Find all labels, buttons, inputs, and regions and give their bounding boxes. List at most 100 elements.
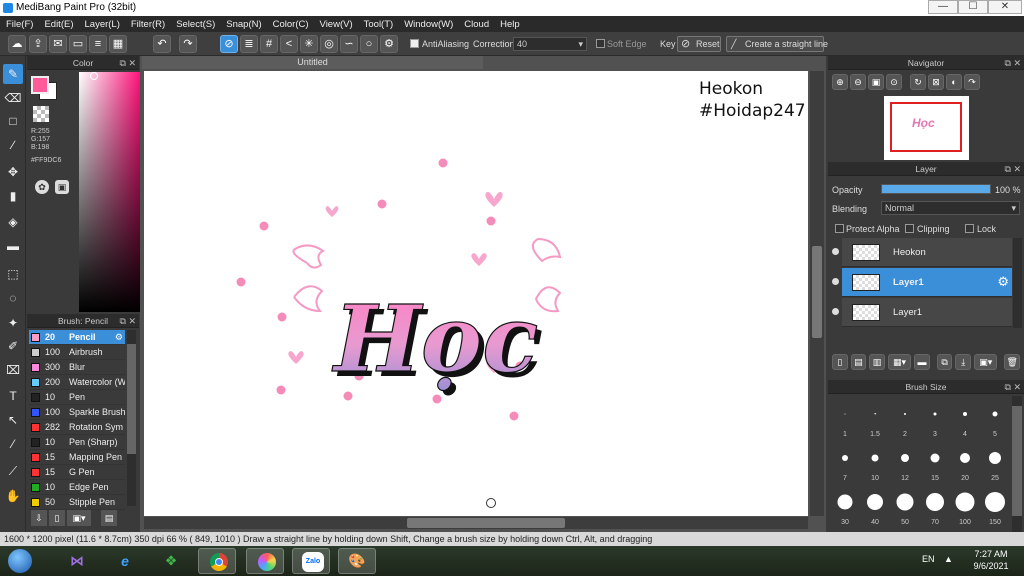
- brush-size-option[interactable]: 1.5: [860, 396, 890, 438]
- green-app-icon[interactable]: ❖: [152, 548, 190, 574]
- fit-screen-icon[interactable]: ▣: [868, 74, 884, 90]
- text-tool-icon[interactable]: T: [3, 386, 23, 406]
- layer-row-heokon[interactable]: Heokon: [832, 238, 1012, 267]
- new-layer-icon[interactable]: ▯: [832, 354, 848, 370]
- flip-icon[interactable]: ◐: [946, 74, 962, 90]
- brush-item[interactable]: 10 Edge Pen: [29, 480, 125, 495]
- navigator-preview[interactable]: Học: [884, 96, 969, 160]
- grid-snap-icon[interactable]: #: [260, 35, 278, 53]
- brush-size-option[interactable]: 1: [830, 396, 860, 438]
- panel-close-icon[interactable]: ⧉ ✕: [1005, 56, 1021, 70]
- new-halftone-layer-icon[interactable]: ▤: [850, 354, 867, 370]
- vertical-scroll-thumb[interactable]: [812, 246, 822, 338]
- zoom-out-icon[interactable]: ⊖: [850, 74, 866, 90]
- brush-item[interactable]: 10 Pen (Sharp): [29, 435, 125, 450]
- folder-icon[interactable]: ▬: [914, 354, 930, 370]
- new-1bit-layer-icon[interactable]: ▥: [869, 354, 885, 370]
- brush-size-option[interactable]: 12: [890, 440, 920, 482]
- rotate-reset-icon[interactable]: ⊠: [928, 74, 944, 90]
- blending-select[interactable]: Normal ▾: [881, 201, 1020, 215]
- zoom-in-icon[interactable]: ⊕: [832, 74, 848, 90]
- select-eraser-tool-icon[interactable]: ⌧: [3, 360, 23, 380]
- palette-icon[interactable]: ✿: [35, 180, 49, 194]
- magic-wand-tool-icon[interactable]: ✦: [3, 313, 23, 333]
- cloud-icon[interactable]: ☁: [8, 35, 26, 53]
- brush-item[interactable]: 15 Mapping Pen: [29, 450, 125, 465]
- brush-size-option[interactable]: 7: [830, 440, 860, 482]
- menu-tool[interactable]: Tool(T): [364, 19, 394, 30]
- lasso-tool-icon[interactable]: ◌: [3, 288, 23, 308]
- circle-snap-icon[interactable]: ○: [360, 35, 378, 53]
- eyedropper-tool-icon[interactable]: ⁄: [3, 434, 23, 454]
- concentric-snap-icon[interactable]: ◎: [320, 35, 338, 53]
- menu-help[interactable]: Help: [500, 19, 520, 30]
- brush-item[interactable]: 15 G Pen: [29, 465, 125, 480]
- document-icon[interactable]: ≡: [89, 35, 107, 53]
- foreground-color-swatch[interactable]: [31, 76, 49, 94]
- brush-item[interactable]: 20 Pencil ⚙: [29, 330, 125, 345]
- visibility-eye-icon[interactable]: [832, 278, 839, 285]
- snap-settings-icon[interactable]: ⚙: [380, 35, 398, 53]
- rotate-right-icon[interactable]: ↷: [964, 74, 980, 90]
- brush-item[interactable]: 100 Airbrush: [29, 345, 125, 360]
- menu-edit[interactable]: Edit(E): [44, 19, 73, 30]
- brush-size-scrollbar[interactable]: [1012, 396, 1022, 532]
- gradation-tool-icon[interactable]: ▬: [3, 236, 23, 256]
- panel-close-icon[interactable]: ⧉ ✕: [1005, 380, 1021, 394]
- parallel-snap-icon[interactable]: ≣: [240, 35, 258, 53]
- hand-tool-icon[interactable]: ✋: [3, 486, 23, 506]
- soft-edge-checkbox[interactable]: [596, 39, 605, 48]
- layer-row-layer1[interactable]: Layer1: [832, 298, 1012, 327]
- language-indicator[interactable]: EN: [922, 554, 935, 564]
- rotate-icon[interactable]: ↻: [910, 74, 926, 90]
- minimize-button[interactable]: —: [928, 0, 958, 14]
- share-icon[interactable]: ⇪: [29, 35, 47, 53]
- menu-filter[interactable]: Filter(R): [131, 19, 165, 30]
- bucket-tool-icon[interactable]: ◈: [3, 212, 23, 232]
- brush-size-option[interactable]: 100: [950, 484, 980, 526]
- panel-close-icon[interactable]: ⧉ ✕: [120, 56, 136, 70]
- brush-download-icon[interactable]: ⇩: [31, 510, 47, 526]
- brush-settings-icon[interactable]: ▤: [101, 510, 117, 526]
- vertical-scrollbar[interactable]: [810, 71, 824, 516]
- brush-size-option[interactable]: 20: [950, 440, 980, 482]
- brush-item[interactable]: 100 Sparkle Brush: [29, 405, 125, 420]
- duplicate-layer-icon[interactable]: ⧉: [936, 354, 953, 370]
- panel-close-icon[interactable]: ⧉ ✕: [1005, 162, 1021, 176]
- close-button[interactable]: ✕: [988, 0, 1022, 14]
- brush-settings-gear-icon[interactable]: ⚙: [115, 330, 123, 344]
- visibility-eye-icon[interactable]: [832, 308, 839, 315]
- brush-list-scrollbar[interactable]: [127, 330, 136, 506]
- layer-row-layer1-selected[interactable]: Layer1 ⚙: [832, 268, 1012, 297]
- redo-icon[interactable]: ↷: [179, 35, 197, 53]
- saturation-value-picker[interactable]: [79, 72, 145, 312]
- clipping-checkbox[interactable]: [905, 224, 914, 233]
- menu-snap[interactable]: Snap(N): [226, 19, 261, 30]
- divide-tool-icon[interactable]: ⟋: [3, 461, 23, 481]
- operation-tool-icon[interactable]: ↖: [3, 410, 23, 430]
- brush-item[interactable]: 300 Blur: [29, 360, 125, 375]
- menu-color[interactable]: Color(C): [273, 19, 309, 30]
- perspective-snap-icon[interactable]: <: [280, 35, 298, 53]
- menu-window[interactable]: Window(W): [404, 19, 453, 30]
- document-tab[interactable]: Untitled: [142, 56, 483, 69]
- comic-panel-icon[interactable]: ▦: [109, 35, 127, 53]
- brush-size-option[interactable]: 4: [950, 396, 980, 438]
- system-clock[interactable]: 7:27 AM 9/6/2021: [962, 548, 1020, 572]
- brush-item[interactable]: 10 Pen: [29, 390, 125, 405]
- menu-cloud[interactable]: Cloud: [464, 19, 489, 30]
- reset-button[interactable]: ⊘ Reset: [677, 36, 721, 52]
- trash-icon[interactable]: 🗑: [1004, 354, 1021, 370]
- page-icon[interactable]: ▭: [69, 35, 87, 53]
- color-history-icon[interactable]: ▣: [55, 180, 69, 194]
- brush-size-option[interactable]: 25: [980, 440, 1010, 482]
- brush-tool-icon[interactable]: ✎: [3, 64, 23, 84]
- merge-layer-icon[interactable]: ⤓: [955, 354, 972, 370]
- eraser-tool-icon[interactable]: ⌫: [3, 88, 23, 108]
- layer-settings-gear-icon[interactable]: ⚙: [997, 274, 1009, 290]
- fill-tool-icon[interactable]: ▮: [3, 186, 23, 206]
- drawing-canvas[interactable]: Heokon #Hoidap247 Học Học: [144, 71, 808, 516]
- antialiasing-checkbox[interactable]: [410, 39, 419, 48]
- curve-snap-icon[interactable]: ∽: [340, 35, 358, 53]
- menu-select[interactable]: Select(S): [176, 19, 215, 30]
